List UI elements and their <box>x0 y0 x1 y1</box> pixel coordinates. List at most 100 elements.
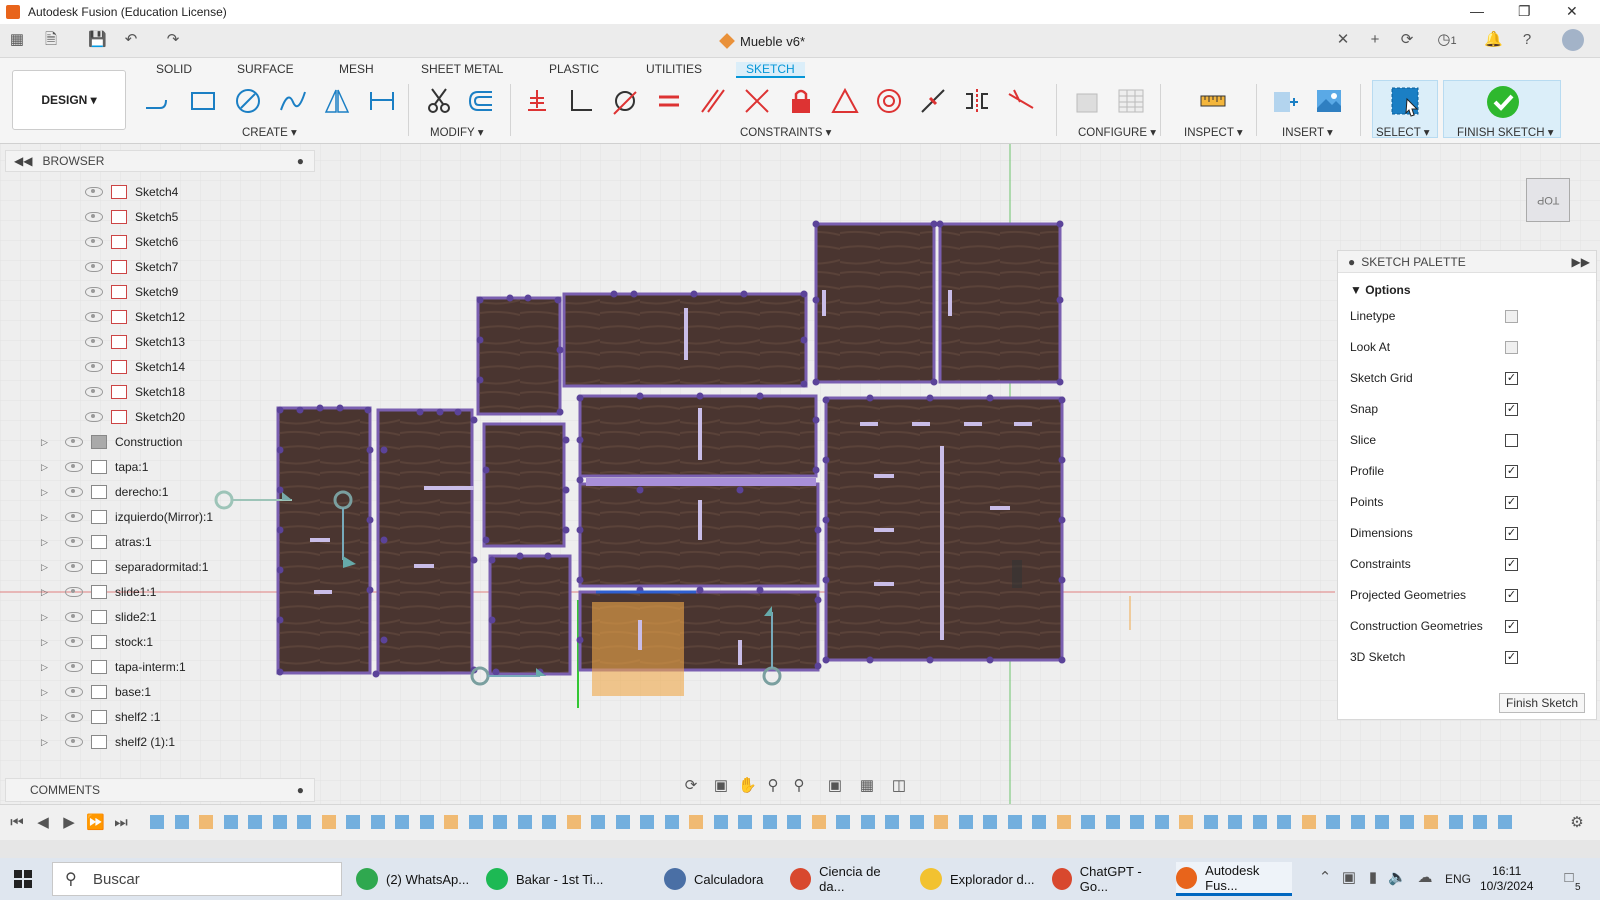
timeline-feature-icon[interactable] <box>248 815 262 829</box>
expand-icon[interactable]: ▷ <box>41 687 48 698</box>
option-checkbox[interactable]: ✓ <box>1505 402 1518 416</box>
browser-item[interactable]: ▷ slide1:1 <box>5 580 305 604</box>
timeline-feature-icon[interactable] <box>640 815 654 829</box>
tab-plastic[interactable]: PLASTIC <box>549 62 599 76</box>
browser-item[interactable]: ▷ izquierdo(Mirror):1 <box>5 505 305 529</box>
taskbar-app[interactable]: Bakar - 1st Ti... <box>486 862 606 896</box>
finish-sketch-label[interactable]: FINISH SKETCH ▾ <box>1457 125 1554 139</box>
spline-tool-icon[interactable] <box>278 86 308 116</box>
timeline-feature-icon[interactable] <box>591 815 605 829</box>
collapse-browser-icon[interactable]: ◀◀ <box>14 154 32 168</box>
timeline-feature-icon[interactable] <box>615 815 630 829</box>
inspect-group-label[interactable]: INSPECT ▾ <box>1184 125 1243 139</box>
collinear-icon[interactable] <box>1006 86 1036 116</box>
option-checkbox[interactable]: ✓ <box>1505 371 1518 385</box>
offset-tool-icon[interactable] <box>466 86 496 116</box>
configure-group-label[interactable]: CONFIGURE ▾ <box>1078 125 1156 139</box>
visibility-eye-icon[interactable] <box>65 737 83 747</box>
fit-icon[interactable]: ⚲ <box>790 778 808 794</box>
line-tool-icon[interactable] <box>142 86 172 116</box>
timeline-play-icon[interactable]: ▶ <box>60 815 78 831</box>
timeline-feature-icon[interactable] <box>199 815 213 829</box>
timeline-feature-icon[interactable] <box>1081 815 1095 829</box>
visibility-eye-icon[interactable] <box>65 637 83 647</box>
taskbar-app[interactable]: Autodesk Fus... <box>1176 862 1292 896</box>
circle-tool-icon[interactable] <box>233 86 263 116</box>
timeline-start-icon[interactable]: ⏮ <box>8 815 26 831</box>
symmetry-icon[interactable] <box>962 86 992 116</box>
visibility-eye-icon[interactable] <box>65 487 83 497</box>
visibility-eye-icon[interactable] <box>65 537 83 547</box>
coincident-icon[interactable] <box>742 86 772 116</box>
timeline-feature-icon[interactable] <box>713 815 728 829</box>
timeline-feature-icon[interactable] <box>1424 815 1438 829</box>
expand-icon[interactable]: ▷ <box>41 637 48 648</box>
fix-constraint-icon[interactable] <box>522 86 552 116</box>
visibility-eye-icon[interactable] <box>85 237 103 247</box>
panel-top-right-b[interactable] <box>938 222 1062 384</box>
refresh-icon[interactable]: ⟳ <box>1398 32 1416 48</box>
timeline-feature-icon[interactable] <box>1154 815 1169 829</box>
visibility-eye-icon[interactable] <box>65 437 83 447</box>
taskbar-app[interactable]: (2) WhatsAp... <box>356 862 474 896</box>
timeline-prev-icon[interactable]: ◀ <box>34 815 52 831</box>
visibility-eye-icon[interactable] <box>65 462 83 472</box>
tab-utilities[interactable]: UTILITIES <box>646 62 702 76</box>
visibility-eye-icon[interactable] <box>65 587 83 597</box>
look-at-icon[interactable] <box>1505 340 1518 354</box>
timeline-feature-icon[interactable] <box>272 815 287 829</box>
browser-item[interactable]: ▷ stock:1 <box>5 630 305 654</box>
expand-palette-icon[interactable]: ▶▶ <box>1572 255 1590 269</box>
timeline-feature-icon[interactable] <box>1130 815 1144 829</box>
trim-tool-icon[interactable] <box>424 86 454 116</box>
expand-icon[interactable]: ▷ <box>41 512 48 523</box>
visibility-eye-icon[interactable] <box>85 337 103 347</box>
expand-icon[interactable]: ▷ <box>41 712 48 723</box>
timeline-feature-icon[interactable] <box>811 815 826 829</box>
taskbar-app[interactable]: Explorador d... <box>920 862 1036 896</box>
close-window-icon[interactable]: ✕ <box>1566 3 1578 20</box>
clock[interactable]: 16:11 10/3/2024 <box>1480 864 1533 894</box>
option-checkbox[interactable]: ✓ <box>1505 557 1518 571</box>
timeline-feature-icon[interactable] <box>517 815 532 829</box>
help-icon[interactable]: ? <box>1518 32 1536 48</box>
expand-icon[interactable]: ▷ <box>41 487 48 498</box>
visibility-eye-icon[interactable] <box>85 362 103 372</box>
timeline-feature-icon[interactable] <box>223 815 238 829</box>
insert-derive-icon[interactable] <box>1270 86 1300 116</box>
midpoint-icon[interactable] <box>918 86 948 116</box>
insert-group-label[interactable]: INSERT ▾ <box>1282 125 1333 139</box>
timeline-feature-icon[interactable] <box>1007 815 1022 829</box>
expand-icon[interactable]: ▷ <box>41 437 48 448</box>
timeline-feature-icon[interactable] <box>909 815 924 829</box>
option-checkbox[interactable]: ✓ <box>1505 526 1518 540</box>
timeline-feature-icon[interactable] <box>1228 815 1242 829</box>
expand-icon[interactable]: ▷ <box>41 662 48 673</box>
timeline-feature-icon[interactable] <box>664 815 679 829</box>
insert-canvas-icon[interactable] <box>1314 86 1344 116</box>
finish-sketch-small-button[interactable]: Finish Sketch <box>1499 693 1585 713</box>
volume-icon[interactable]: 🔈 <box>1388 870 1407 886</box>
zoom-icon[interactable]: ⚲ <box>764 778 782 794</box>
browser-item[interactable]: ▷ Construction <box>5 430 305 454</box>
timeline-feature-icon[interactable] <box>395 815 409 829</box>
timeline-feature-icon[interactable] <box>419 815 434 829</box>
battery-icon[interactable]: ▮ <box>1364 870 1382 886</box>
taskbar-app[interactable]: Calculadora <box>664 862 772 896</box>
timeline-feature-icon[interactable] <box>1032 815 1046 829</box>
timeline-feature-icon[interactable] <box>885 815 899 829</box>
browser-item[interactable]: ▷ base:1 <box>5 680 305 704</box>
table-icon[interactable] <box>1116 86 1146 116</box>
visibility-eye-icon[interactable] <box>85 412 103 422</box>
timeline-feature-icon[interactable] <box>321 815 336 829</box>
timeline-feature-icon[interactable] <box>1375 815 1389 829</box>
restore-icon[interactable]: ❐ <box>1518 3 1531 20</box>
network-icon[interactable]: ▣ <box>1340 870 1358 886</box>
browser-item[interactable]: Sketch4 <box>5 180 305 204</box>
timeline-feature-icon[interactable] <box>493 815 507 829</box>
perpendicular-icon[interactable] <box>566 86 596 116</box>
expand-icon[interactable]: ▷ <box>41 612 48 623</box>
minimize-icon[interactable]: — <box>1470 3 1484 19</box>
timeline-feature-icon[interactable] <box>566 815 581 829</box>
taskbar-app[interactable]: Ciencia de da... <box>790 862 906 896</box>
